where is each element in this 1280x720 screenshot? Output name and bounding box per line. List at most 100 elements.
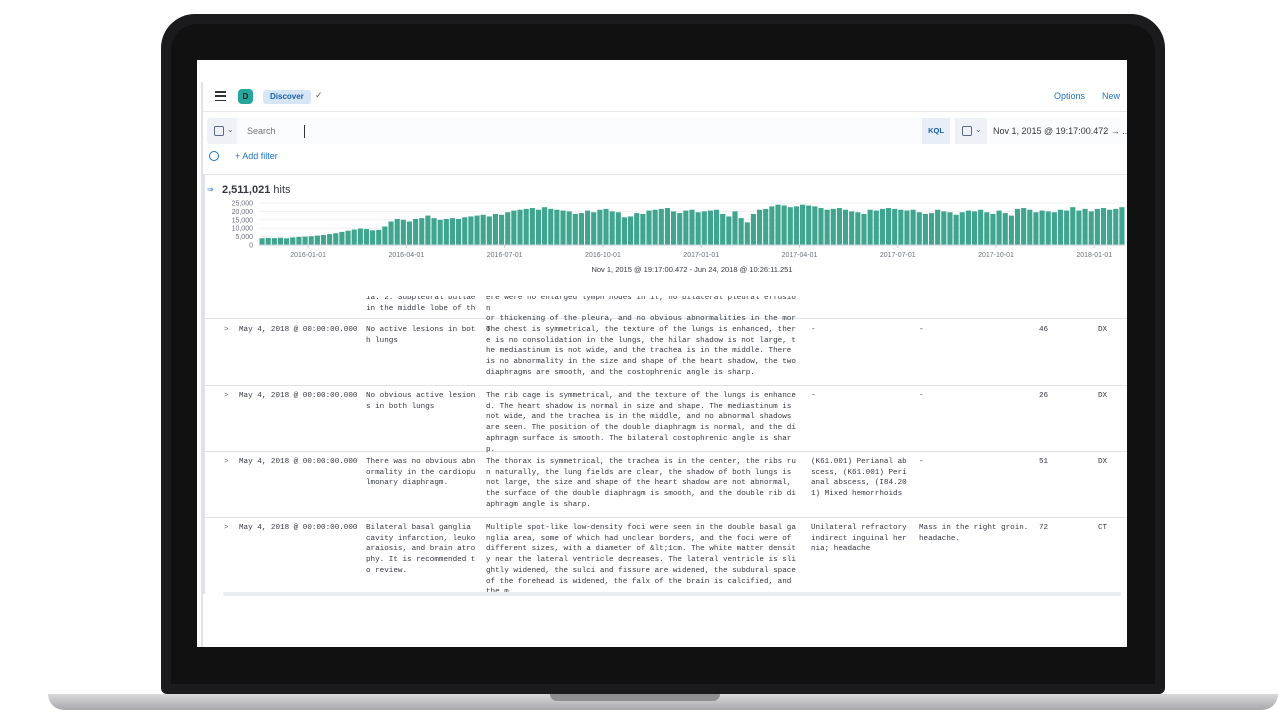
histogram-bar[interactable] (769, 206, 775, 245)
histogram-bar[interactable] (382, 226, 388, 245)
histogram-bar[interactable] (406, 221, 413, 245)
histogram-bar[interactable] (320, 234, 327, 245)
histogram-bar[interactable] (787, 207, 793, 245)
histogram-bar[interactable] (1094, 208, 1100, 245)
histogram-bar[interactable] (1057, 209, 1064, 245)
histogram-bar[interactable] (1027, 209, 1033, 245)
histogram-bar[interactable] (603, 208, 609, 245)
histogram-bar[interactable] (394, 218, 400, 245)
histogram-bar[interactable] (996, 210, 1002, 245)
histogram-bar[interactable] (1064, 210, 1070, 245)
histogram-bar[interactable] (425, 215, 431, 245)
histogram-bar[interactable] (523, 208, 529, 245)
histogram-bar[interactable] (664, 208, 671, 245)
histogram-bar[interactable] (775, 204, 781, 245)
histogram-bar[interactable] (959, 212, 965, 245)
histogram-bar[interactable] (1045, 211, 1051, 245)
histogram-bar[interactable] (720, 213, 726, 245)
histogram-bar[interactable] (818, 208, 824, 245)
filter-options-icon[interactable] (209, 151, 219, 161)
histogram-bar[interactable] (560, 210, 566, 245)
histogram-bar[interactable] (277, 237, 284, 245)
search-input[interactable] (237, 118, 922, 144)
histogram-bar[interactable] (431, 218, 437, 245)
histogram-bar[interactable] (744, 222, 750, 245)
options-link[interactable]: Options (1054, 91, 1085, 101)
histogram-bar[interactable] (984, 212, 990, 245)
histogram-bar[interactable] (578, 213, 585, 245)
expand-row-icon[interactable]: > (224, 457, 229, 468)
histogram-bar[interactable] (333, 233, 339, 245)
histogram-bar[interactable] (529, 208, 535, 245)
histogram-bar[interactable] (640, 213, 646, 245)
histogram-bar[interactable] (971, 211, 978, 245)
histogram-bar[interactable] (812, 206, 818, 245)
histogram-bar[interactable] (1113, 208, 1119, 245)
histogram-bar[interactable] (941, 211, 947, 245)
histogram-bar[interactable] (799, 204, 806, 245)
histogram-bar[interactable] (345, 230, 351, 245)
histogram-bar[interactable] (861, 213, 867, 245)
histogram-bar[interactable] (492, 213, 499, 245)
histogram-bar[interactable] (671, 211, 677, 245)
histogram-bar[interactable] (646, 210, 652, 245)
histogram-bar[interactable] (1082, 208, 1088, 245)
expand-sidebar-icon[interactable]: ⇒ (207, 185, 214, 194)
histogram-bar[interactable] (615, 212, 621, 245)
histogram-bar[interactable] (732, 211, 738, 245)
histogram-bar[interactable] (689, 209, 695, 245)
histogram-bar[interactable] (548, 208, 554, 245)
histogram-bar[interactable] (781, 205, 787, 245)
histogram-bar[interactable] (1033, 212, 1039, 245)
histogram-bar[interactable] (867, 209, 873, 245)
histogram-bar[interactable] (370, 230, 376, 245)
saved-query-button[interactable]: ⌄ (207, 118, 237, 144)
histogram-bar[interactable] (1039, 210, 1045, 245)
kql-language-button[interactable]: KQL (922, 118, 950, 144)
histogram-bar[interactable] (892, 208, 898, 245)
histogram-bar[interactable] (750, 213, 756, 245)
expand-row-icon[interactable]: > (224, 523, 229, 534)
histogram-bar[interactable] (707, 210, 713, 245)
histogram-bar[interactable] (597, 209, 603, 245)
histogram-bar[interactable] (695, 212, 701, 245)
histogram-bar[interactable] (849, 211, 855, 245)
histogram-bar[interactable] (935, 209, 941, 245)
histogram-bar[interactable] (910, 209, 916, 245)
histogram-bar[interactable] (658, 208, 664, 245)
histogram-bar[interactable] (265, 237, 271, 245)
expand-row-icon[interactable]: > (224, 391, 229, 402)
histogram-bar[interactable] (609, 211, 615, 245)
histogram-bar[interactable] (296, 236, 302, 245)
histogram-bar[interactable] (357, 228, 363, 245)
histogram-bar[interactable] (701, 211, 707, 245)
histogram-bar[interactable] (1100, 208, 1107, 245)
histogram-bar[interactable] (879, 208, 885, 245)
histogram-chart[interactable]: 25,00020,00015,000 10,0005,000 0 2016-01-01… (205, 197, 1127, 289)
histogram-bar[interactable] (922, 213, 928, 245)
histogram-bar[interactable] (376, 229, 382, 245)
add-filter-button[interactable]: + Add filter (235, 151, 278, 161)
date-quick-menu-button[interactable]: ⌄ (955, 118, 987, 144)
histogram-bar[interactable] (480, 214, 486, 245)
histogram-bar[interactable] (591, 212, 597, 245)
histogram-bar[interactable] (388, 221, 394, 245)
histogram-bar[interactable] (271, 238, 277, 245)
histogram-bar[interactable] (486, 216, 492, 245)
histogram-bar[interactable] (443, 218, 449, 245)
histogram-bar[interactable] (1014, 208, 1021, 245)
histogram-bar[interactable] (419, 218, 425, 245)
histogram-bar[interactable] (517, 209, 523, 245)
breadcrumb-discover[interactable]: Discover (263, 90, 311, 104)
histogram-bar[interactable] (855, 212, 861, 245)
histogram-bar[interactable] (842, 209, 849, 245)
histogram-bar[interactable] (499, 214, 505, 245)
histogram-bar[interactable] (726, 216, 732, 245)
histogram-bar[interactable] (1088, 211, 1094, 245)
histogram-bar[interactable] (339, 231, 345, 245)
histogram-bar[interactable] (947, 212, 953, 245)
histogram-bar[interactable] (535, 209, 542, 245)
histogram-bar[interactable] (990, 213, 996, 245)
histogram-bar[interactable] (284, 238, 290, 245)
histogram-bar[interactable] (351, 229, 357, 245)
